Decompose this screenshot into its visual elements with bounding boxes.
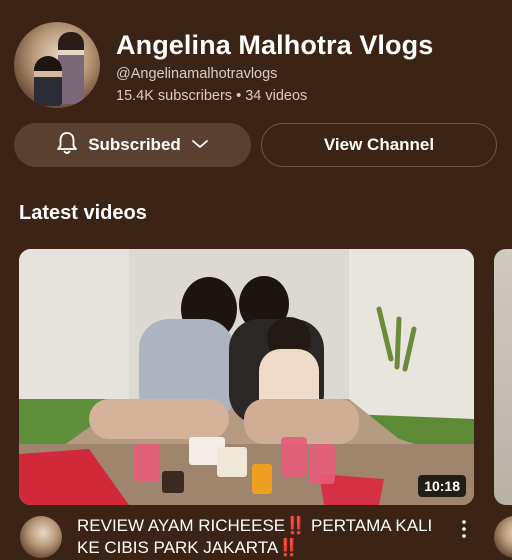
channel-name[interactable]: Angelina Malhotra Vlogs: [116, 30, 433, 61]
subscriber-count: 15.4K subscribers: [116, 88, 233, 104]
video-meta: REVIEW AYAM RICHEESE‼️ PERTAMA KALI KE C…: [0, 510, 512, 560]
channel-handle: @Angelinamalhotravlogs: [116, 66, 278, 82]
video-count: 34 videos: [245, 88, 308, 104]
view-channel-button[interactable]: View Channel: [261, 123, 497, 167]
subscribed-label: Subscribed: [88, 135, 181, 154]
chevron-down-icon: [191, 135, 209, 155]
thumbnail-image: [19, 249, 474, 505]
more-vert-icon[interactable]: [458, 518, 470, 540]
next-video-thumbnail[interactable]: [494, 249, 512, 505]
bell-icon: [56, 131, 78, 160]
section-title: Latest videos: [19, 202, 147, 224]
video-title[interactable]: REVIEW AYAM RICHEESE‼️ PERTAMA KALI KE C…: [77, 515, 447, 559]
video-thumbnail[interactable]: 10:18: [19, 249, 474, 505]
subscribed-button[interactable]: Subscribed: [14, 123, 251, 167]
video-duration: 10:18: [418, 475, 466, 497]
channel-stats: 15.4K subscribers • 34 videos: [116, 88, 307, 104]
channel-header: Angelina Malhotra Vlogs @Angelinamalhotr…: [0, 0, 512, 120]
next-video-channel-avatar[interactable]: [494, 516, 512, 558]
video-channel-avatar[interactable]: [20, 516, 62, 558]
view-channel-label: View Channel: [323, 135, 435, 154]
stats-separator: •: [236, 88, 242, 104]
channel-avatar[interactable]: [14, 22, 100, 108]
